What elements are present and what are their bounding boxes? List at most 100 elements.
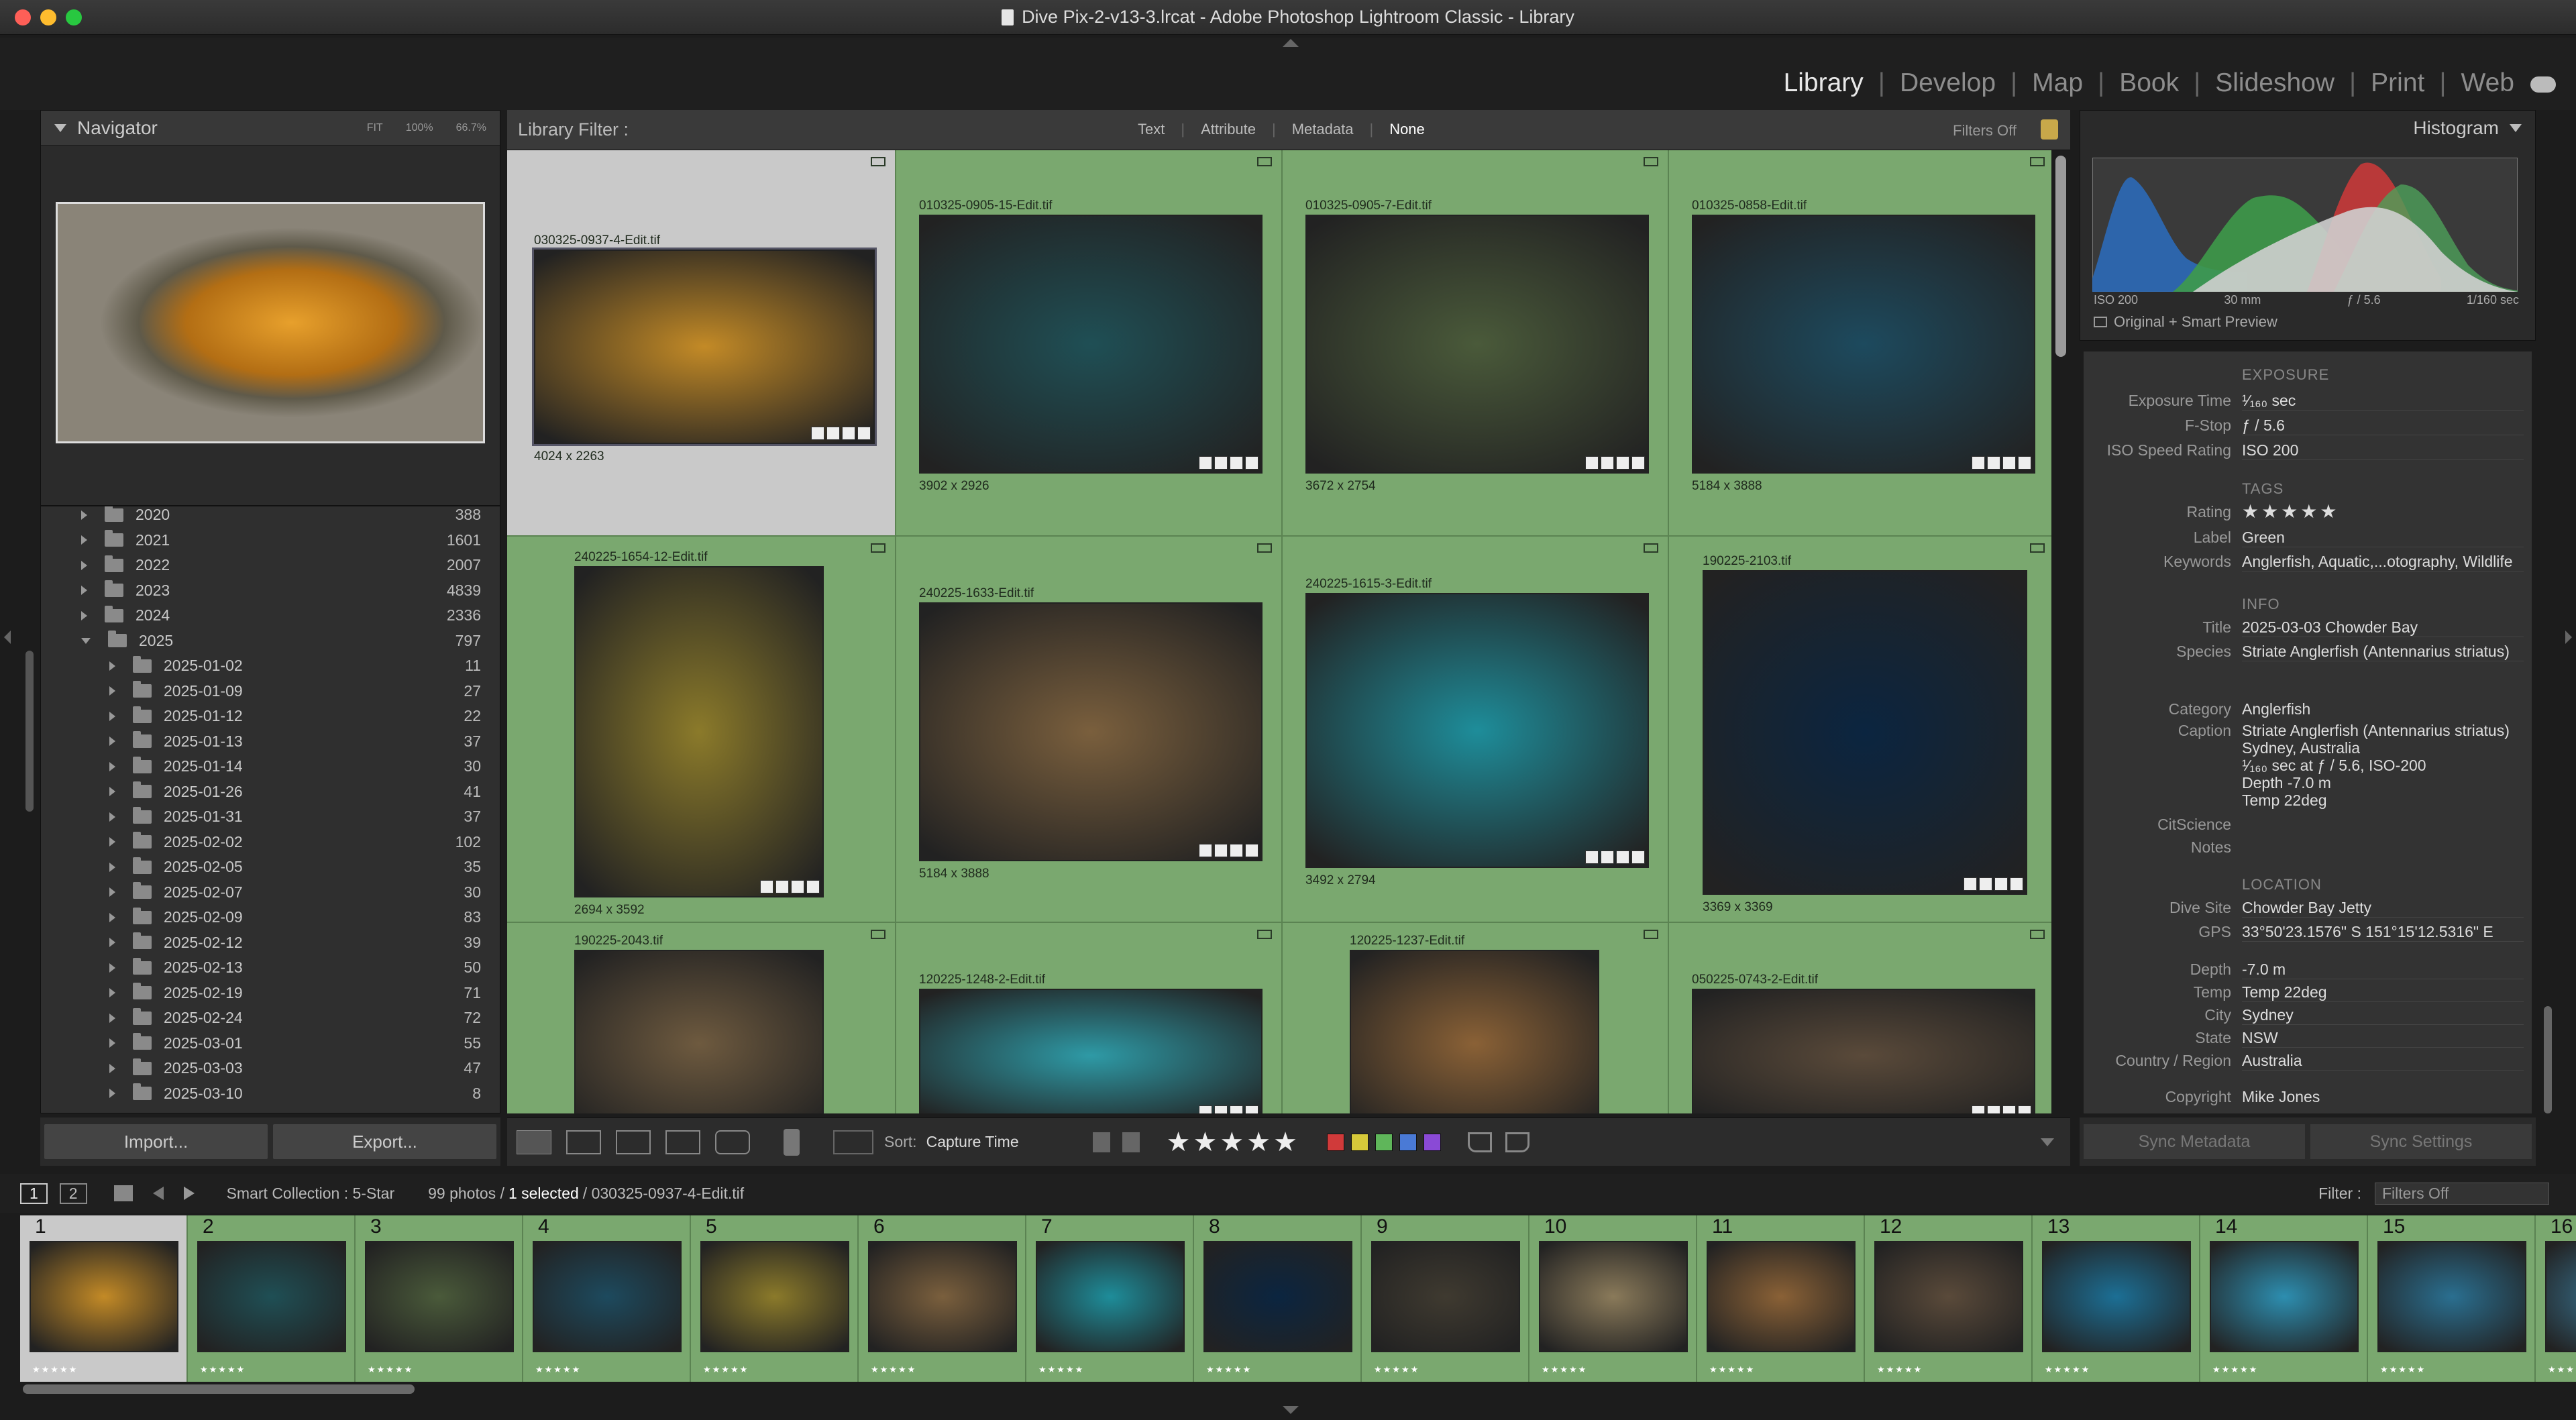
color-label-swatch[interactable] [1375,1133,1393,1151]
badge-icon[interactable] [791,880,804,893]
photo-thumbnail[interactable] [1692,989,2035,1113]
module-print[interactable]: Print [2371,68,2424,98]
badge-icon[interactable] [1631,456,1645,470]
badge-icon[interactable] [1230,844,1243,857]
back-arrow-icon[interactable] [152,1187,164,1200]
metadata-value[interactable]: Anglerfish, Aquatic,...otography, Wildli… [2242,553,2524,571]
color-label-swatch[interactable] [1326,1133,1344,1151]
badge-icon[interactable] [806,880,820,893]
badge-icon[interactable] [2002,456,2016,470]
badge-icon[interactable] [1585,456,1599,470]
forward-arrow-icon[interactable] [183,1187,195,1200]
filmstrip-thumbnail[interactable] [1707,1241,1856,1352]
filmstrip-item[interactable]: 12 ★★★★★ [1865,1215,2033,1382]
source-label[interactable]: Smart Collection : 5-Star [227,1185,395,1203]
copyright-value[interactable]: Mike Jones [2242,1088,2320,1106]
histogram-header[interactable]: Histogram [2080,111,2535,146]
grid-cell[interactable]: 240225-1615-3-Edit.tif 3492 x 2794 [1283,537,1669,923]
metadata-value[interactable]: Green [2242,529,2524,547]
folder-row[interactable]: 2025-02-12 39 [41,930,500,956]
module-book[interactable]: Book [2119,68,2179,98]
bottom-panel-toggle-icon[interactable] [1283,1406,1299,1414]
filter-tab-text[interactable]: Text [1138,121,1165,138]
filmstrip-thumbnail[interactable] [1203,1241,1352,1352]
disclosure-triangle-icon[interactable] [109,1038,115,1048]
filmstrip-thumbnail[interactable] [533,1241,682,1352]
folder-row[interactable]: 2025-03-01 55 [41,1031,500,1056]
metadata-value[interactable]: Temp 22deg [2242,983,2524,1002]
photo-thumbnail[interactable] [1692,215,2035,474]
import-button[interactable]: Import... [44,1124,268,1159]
badge-icon[interactable] [760,880,773,893]
badge-icon[interactable] [775,880,789,893]
grid-cell[interactable]: 050225-0743-2-Edit.tif [1669,923,2051,1113]
badge-icon[interactable] [2010,877,2023,891]
folder-row[interactable]: 2025-02-07 30 [41,880,500,906]
page2-button[interactable]: 2 [59,1183,87,1204]
photo-thumbnail[interactable] [574,566,824,897]
filmstrip-filter-dropdown[interactable]: Filters Off [2375,1182,2549,1205]
filmstrip-item[interactable]: 13 ★★★★★ [2033,1215,2200,1382]
loupe-view-icon[interactable] [566,1130,601,1154]
grid-cell[interactable]: 010325-0905-15-Edit.tif 3902 x 2926 [896,150,1283,537]
page1-button[interactable]: 1 [20,1183,48,1204]
left-scrollbar[interactable] [25,651,34,812]
painter-icon[interactable] [784,1128,800,1156]
disclosure-triangle-icon[interactable] [109,661,115,671]
quick-collection-icon[interactable] [2030,157,2045,166]
rotate-right-icon[interactable] [1505,1132,1529,1152]
folder-row[interactable]: 2025-01-12 22 [41,704,500,729]
filmstrip-thumbnail[interactable] [2042,1241,2191,1352]
quick-collection-icon[interactable] [871,157,885,166]
quick-collection-icon[interactable] [871,543,885,553]
collapse-triangle-icon[interactable] [2510,124,2522,132]
badge-icon[interactable] [1964,877,1977,891]
metadata-value[interactable]: -7.0 m [2242,961,2524,979]
badge-icon[interactable] [1199,844,1212,857]
filmstrip-item[interactable]: 2 ★★★★★ [188,1215,356,1382]
grid-cell[interactable]: 240225-1633-Edit.tif 5184 x 3888 [896,537,1283,923]
photo-thumbnail[interactable] [574,950,824,1113]
grid-cell[interactable]: 240225-1654-12-Edit.tif 2694 x 3592 [507,537,896,923]
filter-tab-metadata[interactable]: Metadata [1292,121,1354,138]
photo-thumbnail[interactable] [919,602,1263,861]
folder-row[interactable]: 2025-01-09 27 [41,679,500,704]
folder-row[interactable]: 2025-02-19 71 [41,981,500,1006]
quick-collection-icon[interactable] [871,930,885,939]
badge-icon[interactable] [857,427,871,440]
metadata-value[interactable]: NSW [2242,1029,2524,1048]
metadata-value[interactable]: ISO 200 [2242,441,2524,460]
badge-icon[interactable] [1214,844,1228,857]
disclosure-triangle-icon[interactable] [109,938,115,948]
filters-off-dropdown[interactable]: Filters Off [1953,122,2017,140]
left-panel-toggle-icon[interactable] [4,631,11,644]
zoom-667[interactable]: 66.7% [456,122,486,134]
category-value[interactable]: Anglerfish [2242,700,2310,718]
disclosure-triangle-icon[interactable] [109,711,115,721]
folder-row[interactable]: 2024 2336 [41,603,500,629]
disclosure-triangle-icon[interactable] [109,963,115,973]
badge-icon[interactable] [1979,877,1992,891]
people-view-icon[interactable] [715,1130,750,1154]
toolbar-menu-icon[interactable] [2041,1138,2054,1146]
disclosure-triangle-icon[interactable] [109,761,115,771]
filmstrip-item[interactable]: 16 ★★★★★ [2536,1215,2576,1382]
badge-icon[interactable] [1616,456,1629,470]
color-label-swatch[interactable] [1399,1133,1417,1151]
grid-cell[interactable]: 120225-1237-Edit.tif [1283,923,1669,1113]
quick-collection-icon[interactable] [2030,930,2045,939]
right-panel-toggle-icon[interactable] [2565,631,2572,644]
folder-row[interactable]: 2025-03-03 47 [41,1056,500,1081]
metadata-value[interactable]: 33°50'23.1576" S 151°15'12.5316" E [2242,923,2524,942]
survey-view-icon[interactable] [665,1130,700,1154]
badge-icon[interactable] [842,427,855,440]
filmstrip-thumbnail[interactable] [1371,1241,1520,1352]
badge-icon[interactable] [1987,456,2000,470]
badge-icon[interactable] [1199,456,1212,470]
filter-tab-attribute[interactable]: Attribute [1201,121,1256,138]
grid-cell[interactable]: 030325-0937-4-Edit.tif 4024 x 2263 [507,150,896,537]
caption-value[interactable]: Striate Anglerfish (Antennarius striatus… [2242,722,2510,809]
metadata-value[interactable]: Striate Anglerfish (Antennarius striatus… [2242,643,2524,661]
disclosure-triangle-icon[interactable] [81,510,87,520]
color-label-swatch[interactable] [1350,1133,1368,1151]
